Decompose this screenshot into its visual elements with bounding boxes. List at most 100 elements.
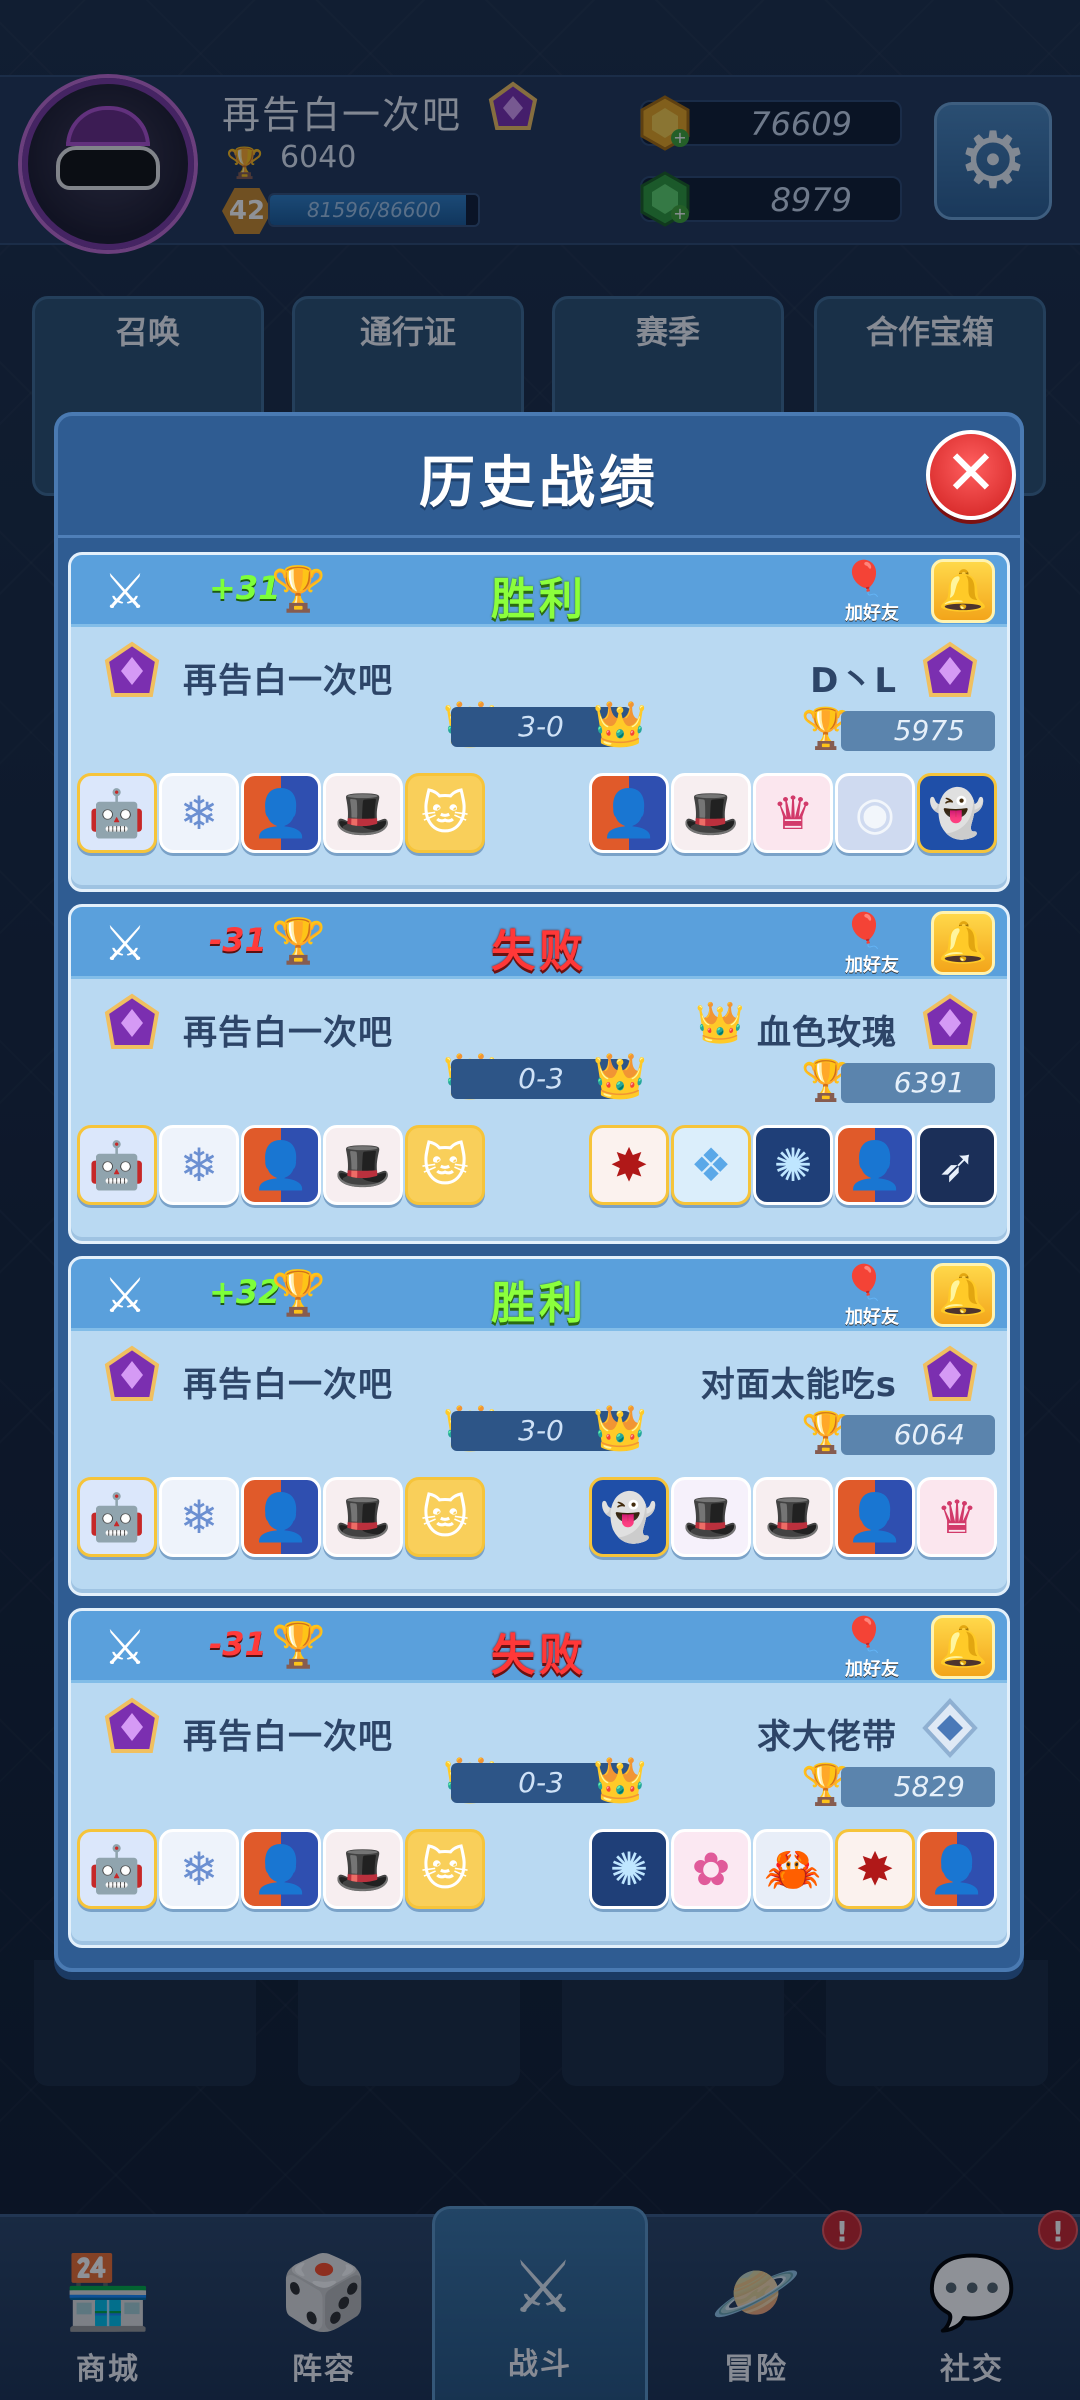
history-modal: 历史战绩 ✕ ⚔ +31 🏆 胜利 🎈加好友 🔔 再告白一次吧 D丶L 👑 3-…	[54, 412, 1024, 1972]
split-glyph: 👤	[252, 786, 310, 840]
balloons-icon: 🎈	[843, 911, 886, 951]
split-glyph: 👤	[928, 1842, 986, 1896]
split-die-icon[interactable]: 👤	[835, 1477, 915, 1557]
robot-die-icon[interactable]: 🤖	[77, 1477, 157, 1557]
crab-die-icon[interactable]: 🦀	[753, 1829, 833, 1909]
split-die-icon[interactable]: 👤	[241, 773, 321, 853]
archer-glyph: ➶	[937, 1138, 977, 1192]
add-friend-button[interactable]: 🎈 加好友	[837, 909, 907, 977]
snowflake-die-icon[interactable]: ❄	[159, 1477, 239, 1557]
modal-header: 历史战绩 ✕	[58, 416, 1020, 538]
split-die-icon[interactable]: 👤	[589, 773, 669, 853]
split-die-icon[interactable]: 👤	[835, 1125, 915, 1205]
snowflake-die-icon[interactable]: ❄	[159, 773, 239, 853]
player-name: 再告白一次吧	[183, 1717, 393, 1757]
moon-die-icon[interactable]: ◉	[835, 773, 915, 853]
balloons-icon: 🎈	[843, 1263, 886, 1303]
robot-die-icon[interactable]: 🤖	[77, 1125, 157, 1205]
hat-die-icon[interactable]: 🎩	[671, 773, 751, 853]
battle-card-header: ⚔ +31 🏆 胜利 🎈 加好友 🔔	[71, 555, 1007, 627]
opponent-name: 对面太能吃s	[700, 1365, 897, 1405]
hat-die-icon[interactable]: 🎩	[323, 1829, 403, 1909]
battle-card-header: ⚔ -31 🏆 失败 🎈 加好友 🔔	[71, 1611, 1007, 1683]
hat-die-icon[interactable]: 🎩	[323, 1125, 403, 1205]
blossom-die-icon[interactable]: ✿	[671, 1829, 751, 1909]
cat-glyph: 🐱	[421, 1490, 469, 1544]
cat-glyph: 🐱	[421, 1138, 469, 1192]
robot-die-icon[interactable]: 🤖	[77, 773, 157, 853]
battle-card-header: ⚔ +32 🏆 胜利 🎈 加好友 🔔	[71, 1259, 1007, 1331]
battle-card: ⚔ +32 🏆 胜利 🎈加好友 🔔 再告白一次吧 对面太能吃s 👑 3-0 👑 …	[68, 1256, 1010, 1596]
balloons-icon: 🎈	[843, 1615, 886, 1655]
blood-glyph: ✸	[855, 1842, 895, 1896]
throne-die-icon[interactable]: ♛	[753, 773, 833, 853]
split-glyph: 👤	[252, 1842, 310, 1896]
ghost-die-icon[interactable]: 👻	[589, 1477, 669, 1557]
player-name: 再告白一次吧	[183, 1365, 393, 1405]
opponent-rank-icon	[922, 993, 978, 1049]
opponent-name: 求大佬带	[757, 1717, 897, 1757]
close-icon[interactable]: ✕	[926, 430, 1016, 520]
snowflake-glyph: ❄	[179, 1842, 219, 1896]
hat-glyph: 🎩	[764, 1490, 822, 1544]
battle-list[interactable]: ⚔ +31 🏆 胜利 🎈加好友 🔔 再告白一次吧 D丶L 👑 3-0 👑 🏆 5…	[68, 552, 1010, 1948]
bell-icon[interactable]: 🔔	[931, 911, 995, 975]
split-glyph: 👤	[252, 1490, 310, 1544]
robot-glyph: 🤖	[88, 1842, 146, 1896]
robot-die-icon[interactable]: 🤖	[77, 1829, 157, 1909]
player-name: 再告白一次吧	[183, 1013, 393, 1053]
add-friend-label: 加好友	[845, 1659, 899, 1680]
add-friend-button[interactable]: 🎈 加好友	[837, 1613, 907, 1681]
cat-die-icon[interactable]: 🐱	[405, 1125, 485, 1205]
energy-die-icon[interactable]: ✺	[589, 1829, 669, 1909]
battle-card-header: ⚔ -31 🏆 失败 🎈 加好友 🔔	[71, 907, 1007, 979]
energy-die-icon[interactable]: ✺	[753, 1125, 833, 1205]
bell-icon[interactable]: 🔔	[931, 1615, 995, 1679]
opponent-rank-icon	[922, 1698, 978, 1758]
bell-icon[interactable]: 🔔	[931, 1263, 995, 1327]
red-crown-icon: 👑	[592, 1051, 648, 1102]
robot-glyph: 🤖	[88, 786, 146, 840]
blood-die-icon[interactable]: ✸	[835, 1829, 915, 1909]
split-glyph: 👤	[252, 1138, 310, 1192]
throne-die-icon[interactable]: ♛	[917, 1477, 997, 1557]
snowflake-glyph: ❄	[179, 1138, 219, 1192]
bell-icon[interactable]: 🔔	[931, 559, 995, 623]
moon-glyph: ◉	[854, 786, 896, 840]
hat-die-icon[interactable]: 🎩	[323, 1477, 403, 1557]
battle-card: ⚔ +31 🏆 胜利 🎈加好友 🔔 再告白一次吧 D丶L 👑 3-0 👑 🏆 5…	[68, 552, 1010, 892]
snowflake-die-icon[interactable]: ❄	[159, 1829, 239, 1909]
split-die-icon[interactable]: 👤	[241, 1829, 321, 1909]
hat-glyph: 🎩	[334, 1842, 392, 1896]
cat-glyph: 🐱	[421, 1842, 469, 1896]
magic-hat-die-icon[interactable]: 🎩	[671, 1477, 751, 1557]
archer-die-icon[interactable]: ➶	[917, 1125, 997, 1205]
player-rank-icon	[104, 993, 160, 1049]
cat-die-icon[interactable]: 🐱	[405, 1477, 485, 1557]
split-die-icon[interactable]: 👤	[917, 1829, 997, 1909]
cat-die-icon[interactable]: 🐱	[405, 773, 485, 853]
hat-die-icon[interactable]: 🎩	[753, 1477, 833, 1557]
snowflake-die-icon[interactable]: ❄	[159, 1125, 239, 1205]
add-friend-button[interactable]: 🎈 加好友	[837, 1261, 907, 1329]
modal-title: 历史战绩	[419, 451, 659, 516]
opponent-trophies: 6064	[841, 1415, 995, 1455]
opponent-name: 血色玫瑰	[757, 1013, 897, 1053]
cat-die-icon[interactable]: 🐱	[405, 1829, 485, 1909]
opponent-name: D丶L	[810, 661, 897, 701]
energy-glyph: ✺	[609, 1842, 649, 1896]
blood-die-icon[interactable]: ✸	[589, 1125, 669, 1205]
opponent-trophies: 6391	[841, 1063, 995, 1103]
blossom-glyph: ✿	[691, 1842, 731, 1896]
wing-die-icon[interactable]: ❖	[671, 1125, 751, 1205]
opponent-rank-icon	[922, 1345, 978, 1401]
split-glyph: 👤	[846, 1138, 904, 1192]
hat-glyph: 🎩	[682, 786, 740, 840]
throne-glyph: ♛	[772, 786, 814, 840]
ghost-die-icon[interactable]: 👻	[917, 773, 997, 853]
hat-die-icon[interactable]: 🎩	[323, 773, 403, 853]
add-friend-button[interactable]: 🎈 加好友	[837, 557, 907, 625]
split-die-icon[interactable]: 👤	[241, 1125, 321, 1205]
battle-card: ⚔ -31 🏆 失败 🎈加好友 🔔 再告白一次吧 求大佬带 👑 0-3 👑 🏆 …	[68, 1608, 1010, 1948]
split-die-icon[interactable]: 👤	[241, 1477, 321, 1557]
